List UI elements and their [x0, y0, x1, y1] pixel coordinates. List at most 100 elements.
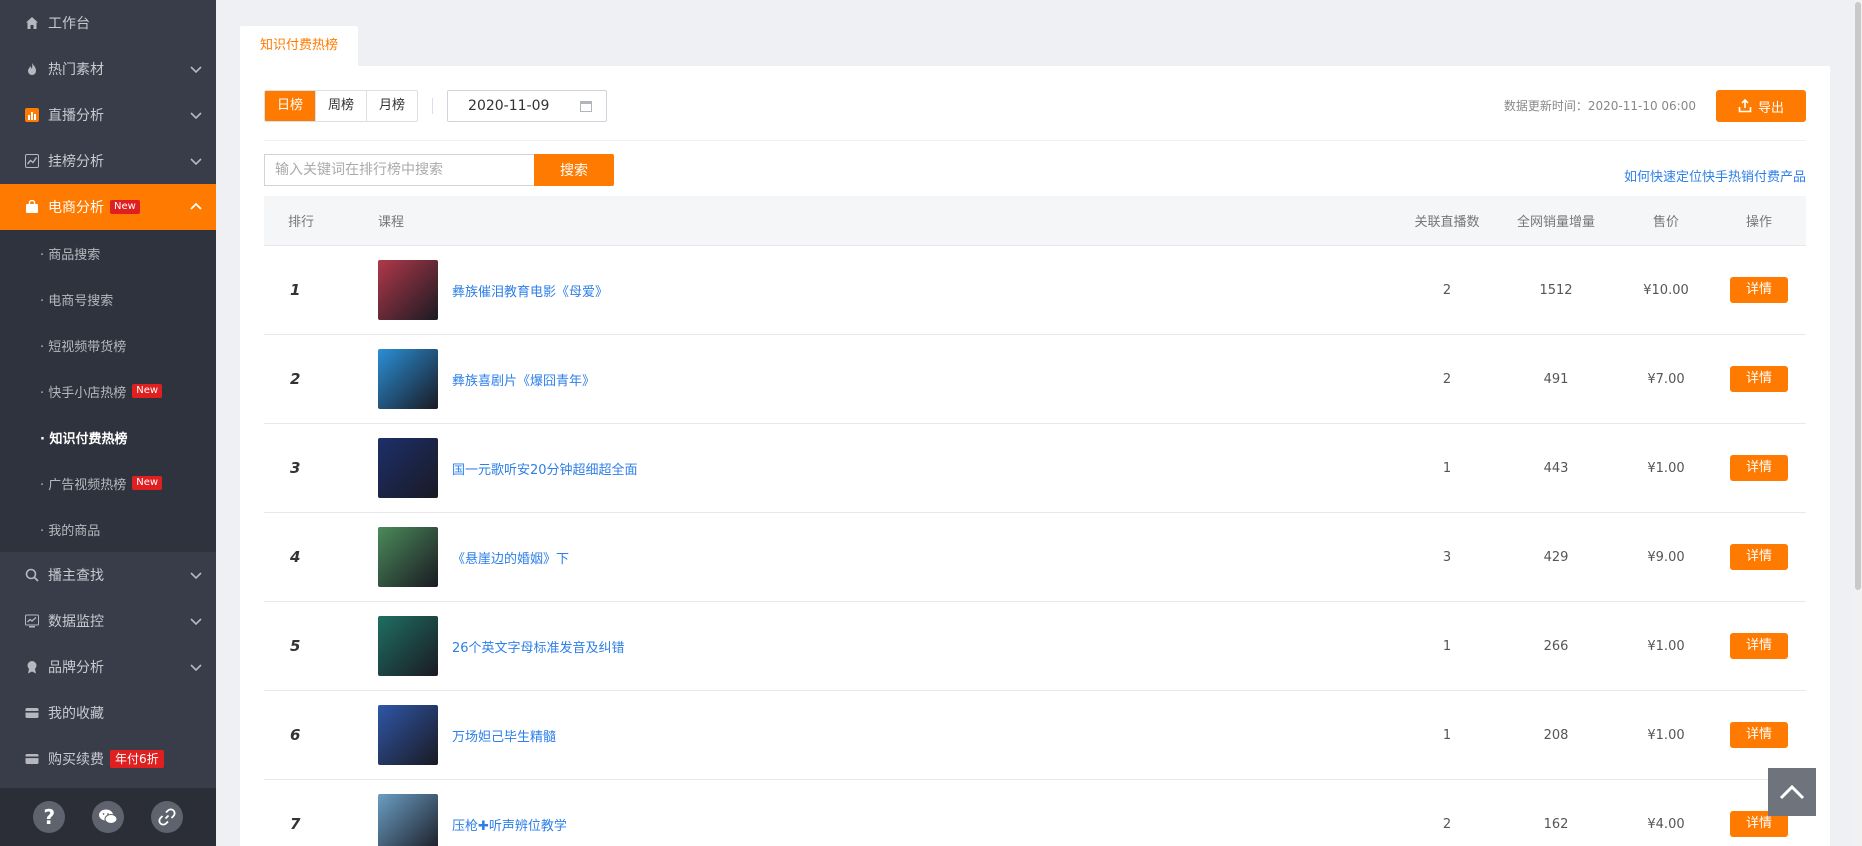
period-month-button[interactable]: 月榜 [367, 91, 417, 121]
detail-button[interactable]: 详情 [1730, 455, 1788, 481]
sales-increment: 429 [1543, 549, 1569, 565]
course-title-link[interactable]: 压枪✚听声辨位教学 [452, 815, 567, 834]
live-count: 1 [1442, 638, 1452, 654]
course-title-link[interactable]: 国一元歌听安20分钟超细超全面 [452, 459, 638, 478]
sidebar-item-workbench[interactable]: 工作台 [0, 0, 216, 46]
tab-knowledge-rank[interactable]: 知识付费热榜 [240, 26, 359, 66]
course-thumbnail[interactable] [378, 438, 438, 498]
sidebar-item-label: 数据监控 [48, 614, 104, 630]
sidebar-footer: ? [0, 788, 216, 846]
sidebar: 工作台 热门素材 直播分析 挂榜分析 电商分析 New · 商品搜索 · 电商号… [0, 0, 216, 846]
help-button[interactable]: ? [33, 801, 66, 833]
sidebar-subitem-my-products[interactable]: · 我的商品 [0, 506, 216, 552]
detail-button[interactable]: 详情 [1730, 366, 1788, 392]
sidebar-subitem-knowledge-rank[interactable]: · 知识付费热榜 [0, 414, 216, 460]
live-count: 2 [1442, 816, 1452, 832]
live-count: 2 [1442, 282, 1452, 298]
help-link[interactable]: 如何快速定位快手热销付费产品 [1624, 166, 1806, 185]
sidebar-subitem-label: · 知识付费热榜 [40, 431, 128, 447]
sidebar-subitem-shop-hot-rank[interactable]: · 快手小店热榜 New [0, 368, 216, 414]
op-cell: 详情 [1726, 544, 1806, 570]
period-day-button[interactable]: 日榜 [265, 91, 317, 121]
sales-increment: 443 [1543, 460, 1569, 476]
course-thumbnail[interactable] [378, 616, 438, 676]
course-cell: 压枪✚听声辨位教学 [378, 794, 1388, 846]
op-cell: 详情 [1726, 633, 1806, 659]
sidebar-item-ecommerce[interactable]: 电商分析 New [0, 184, 216, 230]
sidebar-subitem-video-sales-rank[interactable]: · 短视频带货榜 [0, 322, 216, 368]
scrollbar[interactable] [1854, 0, 1862, 846]
date-picker[interactable]: 2020-11-09 [447, 90, 608, 122]
sidebar-item-label: 播主查找 [48, 568, 104, 584]
favorite-icon [24, 705, 40, 721]
sidebar-item-label: 直播分析 [48, 108, 104, 124]
sidebar-item-favorites[interactable]: 我的收藏 [0, 690, 216, 736]
main-content: 知识付费热榜 日榜 周榜 月榜 2020-11-09 数据更新时间：2020-1… [240, 26, 1830, 846]
ecommerce-submenu: · 商品搜索 · 电商号搜索 · 短视频带货榜 · 快手小店热榜 New · 知… [0, 230, 216, 552]
header-price[interactable]: 售价 [1606, 211, 1726, 230]
sidebar-subitem-product-search[interactable]: · 商品搜索 [0, 230, 216, 276]
op-cell: 详情 [1726, 455, 1806, 481]
course-thumbnail[interactable] [378, 349, 438, 409]
course-cell: 彝族喜剧片《爆囧青年》 [378, 349, 1388, 409]
sidebar-item-label: 我的收藏 [48, 706, 104, 722]
search-icon [24, 567, 40, 583]
sidebar-subitem-label: · 电商号搜索 [40, 293, 114, 309]
sidebar-item-streamer-search[interactable]: 播主查找 [0, 552, 216, 598]
price: ¥9.00 [1647, 549, 1685, 565]
chevron-down-icon [190, 618, 202, 626]
link-icon [158, 808, 176, 826]
export-icon [1738, 99, 1752, 113]
live-count: 3 [1442, 549, 1452, 565]
header-course: 课程 [378, 215, 405, 230]
detail-button[interactable]: 详情 [1730, 633, 1788, 659]
price: ¥1.00 [1647, 638, 1685, 654]
toolbar: 日榜 周榜 月榜 2020-11-09 数据更新时间：2020-11-10 06… [264, 90, 1806, 122]
course-thumbnail[interactable] [378, 260, 438, 320]
course-thumbnail[interactable] [378, 794, 438, 846]
course-cell: 26个英文字母标准发音及纠错 [378, 616, 1388, 676]
scrollbar-thumb[interactable] [1855, 2, 1861, 590]
sidebar-subitem-account-search[interactable]: · 电商号搜索 [0, 276, 216, 322]
course-title-link[interactable]: 《悬崖边的婚姻》下 [452, 548, 569, 567]
live-count: 1 [1442, 460, 1452, 476]
link-button[interactable] [150, 801, 183, 833]
update-time: 数据更新时间：2020-11-10 06:00 [1503, 99, 1696, 113]
header-rank: 排行 [288, 215, 315, 230]
detail-button[interactable]: 详情 [1730, 277, 1788, 303]
sidebar-item-purchase[interactable]: 购买续费 年付6折 [0, 736, 216, 782]
export-button[interactable]: 导出 [1716, 90, 1806, 122]
header-live[interactable]: 关联直播数 [1388, 211, 1506, 230]
course-thumbnail[interactable] [378, 705, 438, 765]
course-thumbnail[interactable] [378, 527, 438, 587]
sidebar-subitem-label: · 商品搜索 [40, 247, 101, 263]
back-to-top-button[interactable] [1768, 768, 1816, 816]
sidebar-item-brand-analysis[interactable]: 品牌分析 [0, 644, 216, 690]
search-input[interactable] [264, 154, 534, 186]
sidebar-subitem-ad-video-rank[interactable]: · 广告视频热榜 New [0, 460, 216, 506]
sidebar-item-rank-analysis[interactable]: 挂榜分析 [0, 138, 216, 184]
divider [432, 98, 434, 114]
sidebar-item-hot-material[interactable]: 热门素材 [0, 46, 216, 92]
fire-icon [24, 61, 40, 77]
rank-number: 4 [290, 548, 301, 566]
course-title-link[interactable]: 万场妲己毕生精髓 [452, 726, 556, 745]
course-title-link[interactable]: 彝族喜剧片《爆囧青年》 [452, 370, 595, 389]
detail-button[interactable]: 详情 [1730, 544, 1788, 570]
detail-button[interactable]: 详情 [1730, 722, 1788, 748]
op-cell: 详情 [1726, 366, 1806, 392]
price: ¥4.00 [1647, 816, 1685, 832]
table-body: 1 彝族催泪教育电影《母爱》 2 1512 ¥10.00 详情 2 彝族喜剧片《爆囧青年》 2 4… [264, 246, 1806, 846]
sales-increment: 162 [1543, 816, 1569, 832]
header-sales[interactable]: 全网销量增量 [1506, 211, 1606, 230]
chevron-up-icon [190, 202, 202, 210]
search-button[interactable]: 搜索 [534, 154, 614, 186]
course-title-link[interactable]: 26个英文字母标准发音及纠错 [452, 637, 625, 656]
sidebar-item-data-monitor[interactable]: 数据监控 [0, 598, 216, 644]
table-row: 3 国一元歌听安20分钟超细超全面 1 443 ¥1.00 详情 [264, 424, 1806, 513]
course-title-link[interactable]: 彝族催泪教育电影《母爱》 [452, 281, 608, 300]
period-week-button[interactable]: 周榜 [316, 91, 368, 121]
sidebar-item-live-analysis[interactable]: 直播分析 [0, 92, 216, 138]
home-icon [24, 15, 40, 31]
wechat-button[interactable] [91, 801, 124, 833]
